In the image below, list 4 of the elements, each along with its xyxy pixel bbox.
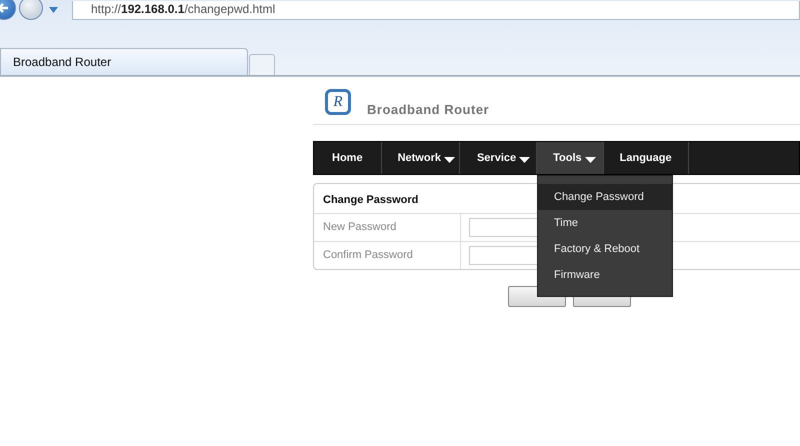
field-label: New Password xyxy=(314,214,461,241)
logo-icon: R xyxy=(325,89,351,115)
site-title: Broadband Router xyxy=(367,102,490,117)
field-label: Confirm Password xyxy=(314,242,461,269)
